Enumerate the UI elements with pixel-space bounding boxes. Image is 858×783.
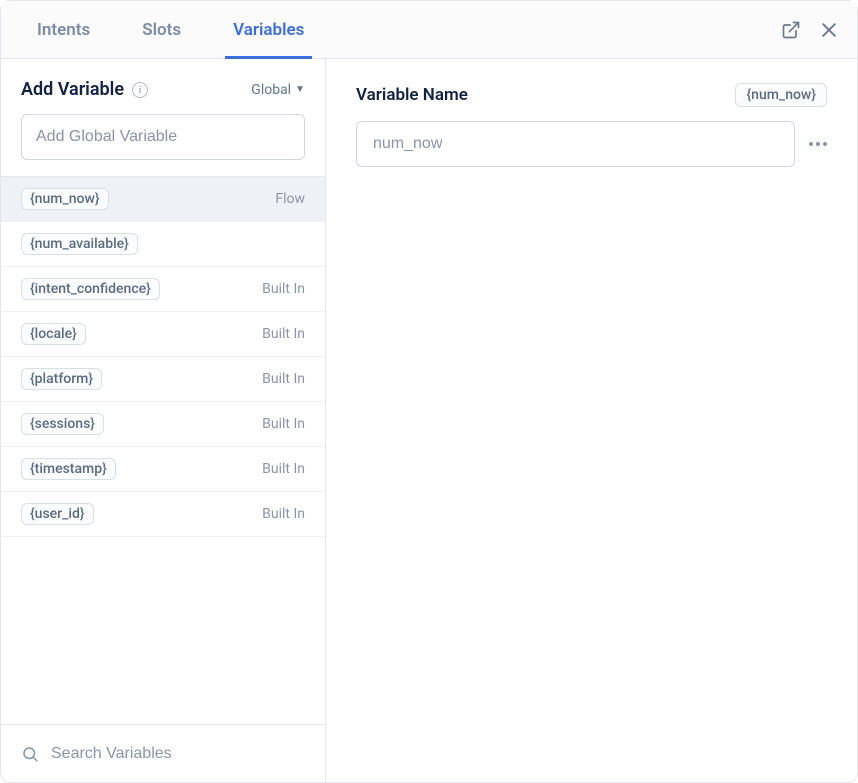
variable-type: Built In — [262, 326, 305, 342]
variable-list: {num_now} Flow {num_available} {intent_conf… — [1, 176, 325, 724]
variable-row[interactable]: {locale} Built In — [1, 312, 325, 357]
variable-type: Flow — [275, 191, 305, 207]
chevron-down-icon: ▼ — [295, 84, 305, 95]
variable-token: {num_available} — [21, 233, 138, 255]
variable-token: {platform} — [21, 368, 102, 390]
search-input[interactable] — [49, 744, 305, 764]
variable-row[interactable]: {user_id} Built In — [1, 492, 325, 537]
more-options-button[interactable] — [809, 142, 827, 146]
detail-title: Variable Name — [356, 85, 468, 105]
variable-token: {intent_confidence} — [21, 278, 160, 300]
variable-name-input[interactable] — [356, 121, 795, 167]
add-variable-input[interactable] — [21, 114, 305, 160]
detail-panel: Variable Name {num_now} — [326, 59, 857, 782]
variable-type: Built In — [262, 281, 305, 297]
close-icon[interactable] — [817, 18, 841, 42]
tab-intents[interactable]: Intents — [29, 20, 98, 59]
add-variable-title: Add Variable i — [21, 79, 148, 100]
variable-row[interactable]: {intent_confidence} Built In — [1, 267, 325, 312]
variable-row[interactable]: {num_available} — [1, 222, 325, 267]
variable-type: Built In — [262, 506, 305, 522]
variable-token: {timestamp} — [21, 458, 116, 480]
variable-type: Built In — [262, 416, 305, 432]
info-icon[interactable]: i — [132, 82, 148, 98]
add-variable-section: Add Variable i Global ▼ — [1, 59, 325, 176]
search-footer — [1, 724, 325, 782]
search-icon — [21, 745, 39, 763]
variable-token: {num_now} — [21, 188, 109, 210]
variable-row[interactable]: {sessions} Built In — [1, 402, 325, 447]
variable-token: {sessions} — [21, 413, 104, 435]
header-actions — [779, 18, 841, 42]
popout-icon[interactable] — [779, 18, 803, 42]
add-variable-label: Add Variable — [21, 79, 124, 100]
tab-variables[interactable]: Variables — [225, 20, 312, 59]
variable-type: Built In — [262, 461, 305, 477]
tabs: Intents Slots Variables — [29, 1, 312, 58]
variable-token: {locale} — [21, 323, 86, 345]
scope-selector[interactable]: Global ▼ — [251, 82, 305, 98]
variable-row[interactable]: {platform} Built In — [1, 357, 325, 402]
variable-type: Built In — [262, 371, 305, 387]
variable-row[interactable]: {timestamp} Built In — [1, 447, 325, 492]
variable-row[interactable]: {num_now} Flow — [1, 177, 325, 222]
variable-token: {user_id} — [21, 503, 94, 525]
scope-label: Global — [251, 82, 291, 98]
sidebar: Add Variable i Global ▼ {num_now}Flow{nu… — [1, 59, 326, 782]
tabs-bar: Intents Slots Variables — [1, 1, 857, 59]
detail-token: {num_now} — [735, 83, 827, 107]
tab-slots[interactable]: Slots — [134, 20, 189, 59]
